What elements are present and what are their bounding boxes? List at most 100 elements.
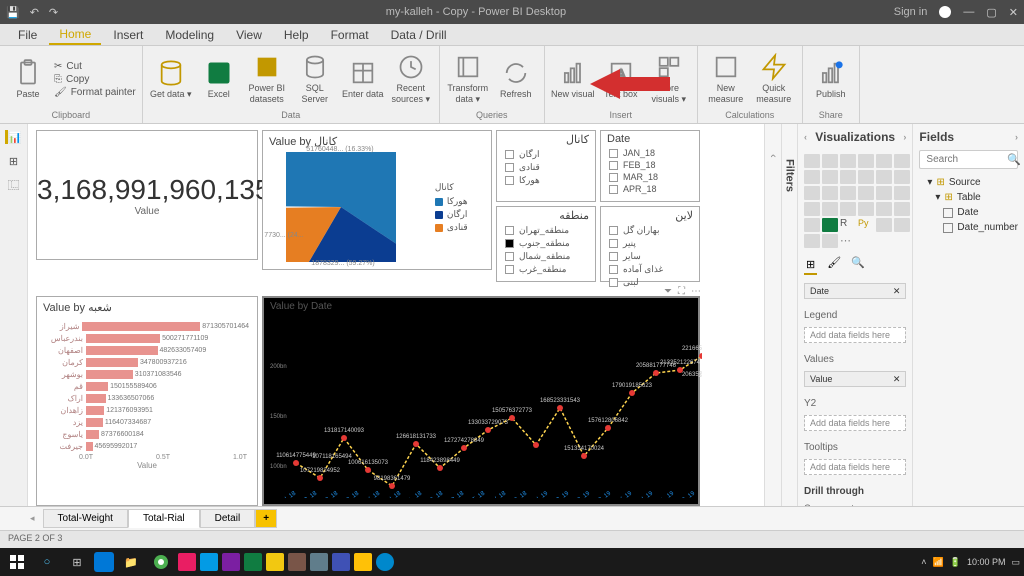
slicer-item[interactable]: منطقه_غرب — [497, 263, 595, 276]
slicer-item[interactable]: غذای آماده — [601, 263, 699, 276]
slicer-item[interactable]: بهاران گل — [601, 224, 699, 237]
format-painter-button[interactable]: 🖌Format painter — [54, 87, 136, 98]
chevron-left-icon[interactable]: ‹ — [804, 132, 807, 142]
slicer-item[interactable]: APR_18 — [601, 183, 699, 195]
tooltips-well[interactable]: Add data fields here — [804, 459, 906, 475]
new-visual-button[interactable]: New visual — [551, 59, 595, 100]
axis-well[interactable]: Date✕ — [804, 283, 906, 299]
slicer-mantaghe[interactable]: منطقه منطقه_تهرانمنطقه_جنوبمنطقه_شمالمنط… — [496, 206, 596, 282]
values-well[interactable]: Value✕ — [804, 371, 906, 387]
app-icon-4[interactable] — [288, 553, 306, 571]
slicer-date[interactable]: Date JAN_18FEB_18MAR_18APR_18 — [600, 130, 700, 202]
menu-file[interactable]: File — [8, 26, 47, 44]
line-visual[interactable]: Value by Date 11061477544910721982495213… — [262, 296, 700, 506]
bar-row[interactable]: اراک133636507066 — [41, 392, 253, 404]
slicer-item[interactable]: پنیر — [601, 237, 699, 250]
app-icon-5[interactable] — [310, 553, 328, 571]
model-view-icon[interactable]: ⿺ — [5, 178, 23, 192]
bar-row[interactable]: جیرفت45695992017 — [41, 440, 253, 452]
app-icon-2[interactable] — [200, 553, 218, 571]
y2-well[interactable]: Add data fields here — [804, 415, 906, 431]
app-icon-3[interactable] — [222, 553, 240, 571]
recent-sources-button[interactable]: Recent sources ▾ — [389, 53, 433, 105]
undo-icon[interactable]: ↶ — [30, 6, 39, 19]
copy-button[interactable]: ⎘Copy — [54, 74, 136, 85]
minimize-icon[interactable]: — — [963, 6, 974, 18]
excel-button[interactable]: Excel — [197, 59, 241, 100]
tab-prev-icon[interactable]: ◂ — [30, 513, 35, 524]
task-view-icon[interactable]: ⊞ — [64, 551, 90, 573]
wifi-icon[interactable]: 📶 — [933, 557, 944, 568]
slicer-line[interactable]: لاین بهاران گلپنیرسایرغذای آمادهلبنی — [600, 206, 700, 282]
tab-add[interactable]: + — [255, 509, 277, 528]
legend-well[interactable]: Add data fields here — [804, 327, 906, 343]
tray-up-icon[interactable]: ˄ — [921, 557, 926, 567]
tree-date[interactable]: Date — [919, 205, 1018, 220]
card-visual[interactable]: 3,168,991,960,135 Value — [36, 130, 258, 260]
quick-measure-button[interactable]: Quick measure — [752, 53, 796, 105]
slicer-item[interactable]: منطقه_تهران — [497, 224, 595, 237]
menu-help[interactable]: Help — [274, 26, 319, 44]
telegram-icon[interactable] — [376, 553, 394, 571]
redo-icon[interactable]: ↷ — [49, 6, 58, 19]
edge-icon[interactable] — [94, 552, 114, 572]
tree-source[interactable]: ▾⊞Source — [919, 175, 1018, 190]
analytics-tab-icon[interactable]: 🔍 — [851, 256, 865, 275]
slicer-kanal[interactable]: کانال ارگانقنادیهورکا — [496, 130, 596, 202]
bar-row[interactable]: کرمان347800937216 — [41, 356, 253, 368]
paste-button[interactable]: Paste — [6, 59, 50, 100]
chevron-right-icon[interactable]: › — [903, 132, 906, 142]
bar-row[interactable]: زاهدان121376093951 — [41, 404, 253, 416]
slicer-item[interactable]: JAN_18 — [601, 147, 699, 159]
slicer-item[interactable]: ارگان — [497, 148, 595, 161]
explorer-icon[interactable]: 📁 — [118, 551, 144, 573]
filters-pane-collapsed[interactable]: ‹ — [764, 124, 782, 506]
save-icon[interactable]: 💾 — [6, 6, 20, 19]
filters-label-tab[interactable]: Filters — [782, 124, 798, 506]
bar-row[interactable]: یاسوج87376600184 — [41, 428, 253, 440]
bar-row[interactable]: شیراز871305701464 — [41, 320, 253, 332]
enter-data-button[interactable]: Enter data — [341, 59, 385, 100]
menu-datadrill[interactable]: Data / Drill — [381, 26, 457, 44]
slicer-item[interactable]: قنادی — [497, 161, 595, 174]
slicer-item[interactable]: FEB_18 — [601, 159, 699, 171]
menu-insert[interactable]: Insert — [103, 26, 153, 44]
close-icon[interactable]: ✕ — [1009, 6, 1018, 19]
slicer-item[interactable]: منطقه_شمال — [497, 250, 595, 263]
format-tab-icon[interactable]: 🖌 — [827, 256, 841, 275]
app-icon-7[interactable] — [354, 553, 372, 571]
tab-detail[interactable]: Detail — [200, 509, 256, 528]
chrome-icon[interactable] — [148, 551, 174, 573]
publish-button[interactable]: Publish — [809, 59, 853, 100]
battery-icon[interactable]: 🔋 — [950, 557, 961, 568]
slicer-item[interactable]: سایر — [601, 250, 699, 263]
new-measure-button[interactable]: New measure — [704, 53, 748, 105]
slicer-item[interactable]: منطقه_جنوب — [497, 237, 595, 250]
pie-visual[interactable]: Value by کانال 51760448... (16.33%) 1878… — [262, 130, 492, 270]
avatar-icon[interactable] — [939, 6, 951, 18]
fields-search-input[interactable] — [919, 150, 1018, 169]
maximize-icon[interactable]: ▢ — [986, 6, 996, 19]
bar-row[interactable]: اصفهان482633057409 — [41, 344, 253, 356]
chevron-right-icon[interactable]: › — [1015, 132, 1018, 142]
bar-row[interactable]: بوشهر310371083546 — [41, 368, 253, 380]
menu-modeling[interactable]: Modeling — [155, 26, 224, 44]
data-view-icon[interactable]: ⊞ — [5, 154, 23, 168]
excel-app-icon[interactable] — [244, 553, 262, 571]
sql-button[interactable]: SQL Server — [293, 53, 337, 105]
bar-visual[interactable]: Value by شعبه شیراز871305701464بندرعباس5… — [36, 296, 258, 506]
refresh-button[interactable]: Refresh — [494, 59, 538, 100]
cortana-icon[interactable]: ○ — [34, 551, 60, 573]
menu-home[interactable]: Home — [49, 25, 101, 45]
notifications-icon[interactable]: ▭ — [1011, 557, 1020, 568]
slicer-item[interactable]: هورکا — [497, 174, 595, 187]
bar-row[interactable]: یزد116407334687 — [41, 416, 253, 428]
tab-total-rial[interactable]: Total-Rial — [128, 509, 200, 528]
app-icon-6[interactable] — [332, 553, 350, 571]
pbi-datasets-button[interactable]: Power BI datasets — [245, 53, 289, 105]
fields-tab-icon[interactable]: ⊞ — [804, 256, 817, 275]
slicer-item[interactable]: MAR_18 — [601, 171, 699, 183]
get-data-button[interactable]: Get data ▾ — [149, 59, 193, 100]
menu-view[interactable]: View — [226, 26, 272, 44]
report-canvas[interactable]: 3,168,991,960,135 Value Value by کانال 5… — [28, 124, 764, 506]
